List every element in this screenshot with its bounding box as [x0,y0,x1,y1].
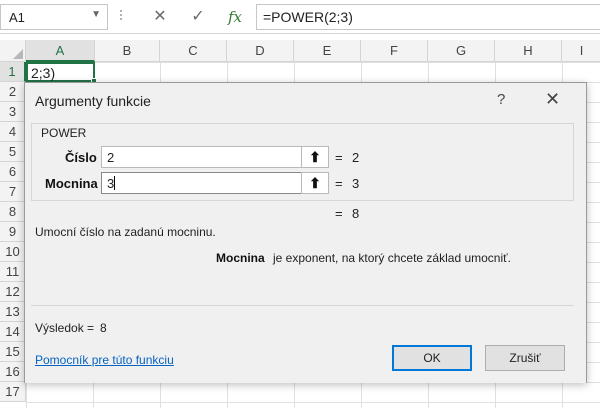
row-header-14[interactable]: 14 [0,322,26,342]
name-box[interactable]: A1 ▼ [0,4,108,30]
enter-icon[interactable]: ✓ [184,6,212,28]
row-header-16[interactable]: 16 [0,362,26,382]
chevron-down-icon[interactable]: ▼ [91,9,101,20]
function-arguments-dialog: Argumenty funkcie ? ✕ POWER Číslo 2 ⬆ = … [24,82,587,383]
row-header-8[interactable]: 8 [0,202,26,222]
text-caret [114,176,116,190]
arg-description-name: Mocnina [216,251,265,265]
row-header-3[interactable]: 3 [0,102,26,122]
row-header-10[interactable]: 10 [0,242,26,262]
row-header-13[interactable]: 13 [0,302,26,322]
column-header-b[interactable]: B [95,40,160,62]
arg-label-cislo: Číslo [65,150,97,165]
column-header-i[interactable]: I [562,40,600,62]
row-header-6[interactable]: 6 [0,162,26,182]
row-header-11[interactable]: 11 [0,262,26,282]
collapse-dialog-icon[interactable]: ⬆ [301,172,329,194]
formula-bar: A1 ▼ ✕ ✓ fx =POWER(2;3) [0,0,600,34]
eq-sign-cislo: = [335,150,343,165]
help-icon[interactable]: ? [497,91,505,108]
arg-label-mocnina: Mocnina [45,176,98,191]
row-header-2[interactable]: 2 [0,82,26,102]
function-name: POWER [41,126,87,140]
formula-text: =POWER(2;3) [263,9,353,25]
column-header-c[interactable]: C [160,40,227,62]
eq-sign-overall: = [335,206,343,221]
function-description: Umocní číslo na zadanú mocninu. [35,225,216,239]
result-value: 8 [100,321,107,335]
arg-input-cislo-value: 2 [107,150,115,165]
column-header-f[interactable]: F [361,40,428,62]
row-header-4[interactable]: 4 [0,122,26,142]
select-all-corner[interactable] [0,40,26,62]
arg-result-cislo: 2 [352,150,360,165]
arg-input-mocnina[interactable]: 3 [101,172,325,194]
cancel-icon[interactable]: ✕ [146,6,174,28]
column-header-e[interactable]: E [294,40,361,62]
close-icon[interactable]: ✕ [545,89,560,110]
insert-function-icon[interactable]: fx [221,6,249,28]
row-header-17[interactable]: 17 [0,382,26,402]
result-label: Výsledok = [35,321,95,335]
formula-input[interactable]: =POWER(2;3) [256,4,600,30]
overall-result: 8 [352,206,360,221]
arg-input-cislo[interactable]: 2 [101,146,325,168]
column-header-a[interactable]: A [26,40,95,62]
divider [31,305,574,306]
help-link[interactable]: Pomocník pre túto funkciu [35,353,174,367]
arg-result-mocnina: 3 [352,176,360,191]
row-header-9[interactable]: 9 [0,222,26,242]
collapse-dialog-icon[interactable]: ⬆ [301,146,329,168]
arg-input-mocnina-value: 3 [107,176,116,191]
name-box-value: A1 [9,10,25,25]
arg-input-mocnina-text: 3 [107,176,115,191]
splitter-icon[interactable] [120,8,124,26]
row-header-15[interactable]: 15 [0,342,26,362]
row-header-12[interactable]: 12 [0,282,26,302]
eq-sign-mocnina: = [335,176,343,191]
arg-description-text: je exponent, na ktorý chcete základ umoc… [273,251,511,265]
column-header-d[interactable]: D [227,40,294,62]
column-header-h[interactable]: H [495,40,562,62]
active-cell-value: 2;3) [31,65,56,81]
row-header-7[interactable]: 7 [0,182,26,202]
active-cell-a1[interactable]: 2;3) [26,62,97,84]
column-header-g[interactable]: G [428,40,495,62]
row-header-1[interactable]: 1 [0,62,26,82]
ok-button[interactable]: OK [392,345,472,371]
dialog-title: Argumenty funkcie [35,93,151,109]
cancel-button[interactable]: Zrušiť [485,345,565,371]
row-header-5[interactable]: 5 [0,142,26,162]
